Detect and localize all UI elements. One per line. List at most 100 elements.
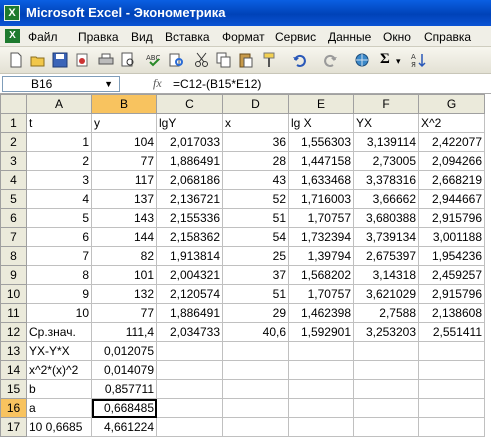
cell-g5[interactable]: 2,944667: [418, 189, 485, 209]
cell-a10[interactable]: 9: [26, 284, 92, 304]
cell-d14[interactable]: [222, 360, 289, 380]
menu-window[interactable]: Окно: [383, 30, 411, 44]
cell-e14[interactable]: [288, 360, 354, 380]
row-header-11[interactable]: 11: [0, 303, 27, 323]
cell-f17[interactable]: [353, 417, 419, 437]
menu-insert[interactable]: Вставка: [165, 30, 210, 44]
cell-g8[interactable]: 1,954236: [418, 246, 485, 266]
select-all-corner[interactable]: [0, 94, 27, 114]
cell-g3[interactable]: 2,094266: [418, 151, 485, 171]
cell-f11[interactable]: 2,7588: [353, 303, 419, 323]
format-painter-icon[interactable]: [262, 52, 278, 68]
cell-d17[interactable]: [222, 417, 289, 437]
cell-g12[interactable]: 2,551411: [418, 322, 485, 342]
cell-g10[interactable]: 2,915796: [418, 284, 485, 304]
row-header-12[interactable]: 12: [0, 322, 27, 342]
column-header-d[interactable]: D: [222, 94, 289, 114]
cell-f3[interactable]: 2,73005: [353, 151, 419, 171]
cell-e3[interactable]: 1,447158: [288, 151, 354, 171]
cell-c11[interactable]: 1,886491: [156, 303, 223, 323]
cell-d3[interactable]: 28: [222, 151, 289, 171]
row-header-1[interactable]: 1: [0, 113, 27, 133]
menu-tools[interactable]: Сервис: [275, 30, 316, 44]
cell-f13[interactable]: [353, 341, 419, 361]
cell-f10[interactable]: 3,621029: [353, 284, 419, 304]
cell-g1[interactable]: X^2: [418, 113, 485, 133]
cell-b8[interactable]: 82: [91, 246, 157, 266]
cell-g4[interactable]: 2,668219: [418, 170, 485, 190]
save-icon[interactable]: [52, 52, 68, 68]
cell-a6[interactable]: 5: [26, 208, 92, 228]
cell-b7[interactable]: 144: [91, 227, 157, 247]
cell-d11[interactable]: 29: [222, 303, 289, 323]
menu-format[interactable]: Формат: [222, 30, 265, 44]
menu-file[interactable]: Файл: [28, 30, 58, 44]
row-header-14[interactable]: 14: [0, 360, 27, 380]
formula-input[interactable]: =C12-(B15*E12): [173, 77, 261, 91]
cell-a8[interactable]: 7: [26, 246, 92, 266]
row-header-16[interactable]: 16: [0, 398, 27, 418]
cell-b5[interactable]: 137: [91, 189, 157, 209]
cell-c13[interactable]: [156, 341, 223, 361]
row-header-6[interactable]: 6: [0, 208, 27, 228]
cell-b9[interactable]: 101: [91, 265, 157, 285]
cell-d5[interactable]: 52: [222, 189, 289, 209]
menu-view[interactable]: Вид: [131, 30, 153, 44]
row-header-3[interactable]: 3: [0, 151, 27, 171]
cell-d4[interactable]: 43: [222, 170, 289, 190]
cell-b11[interactable]: 77: [91, 303, 157, 323]
row-header-7[interactable]: 7: [0, 227, 27, 247]
cell-g7[interactable]: 3,001188: [418, 227, 485, 247]
excel-app-icon[interactable]: X: [4, 5, 20, 21]
column-header-f[interactable]: F: [353, 94, 419, 114]
cell-a7[interactable]: 6: [26, 227, 92, 247]
cell-f12[interactable]: 3,253203: [353, 322, 419, 342]
print-icon[interactable]: [98, 52, 114, 68]
cell-b1[interactable]: y: [91, 113, 157, 133]
cell-f7[interactable]: 3,739134: [353, 227, 419, 247]
menu-data[interactable]: Данные: [328, 30, 371, 44]
cell-g2[interactable]: 2,422077: [418, 132, 485, 152]
cell-b6[interactable]: 143: [91, 208, 157, 228]
cell-f1[interactable]: YX: [353, 113, 419, 133]
menu-help[interactable]: Справка: [424, 30, 471, 44]
column-header-e[interactable]: E: [288, 94, 354, 114]
cell-f16[interactable]: [353, 398, 419, 418]
cell-a4[interactable]: 3: [26, 170, 92, 190]
cell-e17[interactable]: [288, 417, 354, 437]
cell-a17[interactable]: 10 0,6685: [26, 417, 92, 437]
cell-a11[interactable]: 10: [26, 303, 92, 323]
cell-f2[interactable]: 3,139114: [353, 132, 419, 152]
column-header-a[interactable]: A: [26, 94, 92, 114]
undo-icon[interactable]: [292, 52, 308, 68]
cell-f9[interactable]: 3,14318: [353, 265, 419, 285]
cell-c5[interactable]: 2,136721: [156, 189, 223, 209]
cell-c7[interactable]: 2,158362: [156, 227, 223, 247]
cell-b10[interactable]: 132: [91, 284, 157, 304]
cell-d7[interactable]: 54: [222, 227, 289, 247]
cell-e12[interactable]: 1,592901: [288, 322, 354, 342]
cell-g13[interactable]: [418, 341, 485, 361]
research-icon[interactable]: [168, 52, 184, 68]
hyperlink-icon[interactable]: [354, 52, 370, 68]
row-header-15[interactable]: 15: [0, 379, 27, 399]
cell-a1[interactable]: t: [26, 113, 92, 133]
cell-d6[interactable]: 51: [222, 208, 289, 228]
cell-c10[interactable]: 2,120574: [156, 284, 223, 304]
cell-b15[interactable]: 0,857711: [91, 379, 157, 399]
cell-g17[interactable]: [418, 417, 485, 437]
cell-d15[interactable]: [222, 379, 289, 399]
redo-icon[interactable]: [322, 52, 338, 68]
cell-e4[interactable]: 1,633468: [288, 170, 354, 190]
cell-d10[interactable]: 51: [222, 284, 289, 304]
cell-d9[interactable]: 37: [222, 265, 289, 285]
cell-e11[interactable]: 1,462398: [288, 303, 354, 323]
cell-c14[interactable]: [156, 360, 223, 380]
cell-a15[interactable]: b: [26, 379, 92, 399]
cell-c4[interactable]: 2,068186: [156, 170, 223, 190]
cell-c8[interactable]: 1,913814: [156, 246, 223, 266]
print-preview-icon[interactable]: [120, 52, 136, 68]
cell-f15[interactable]: [353, 379, 419, 399]
sort-icon[interactable]: AЯ: [410, 52, 426, 68]
cell-e6[interactable]: 1,70757: [288, 208, 354, 228]
